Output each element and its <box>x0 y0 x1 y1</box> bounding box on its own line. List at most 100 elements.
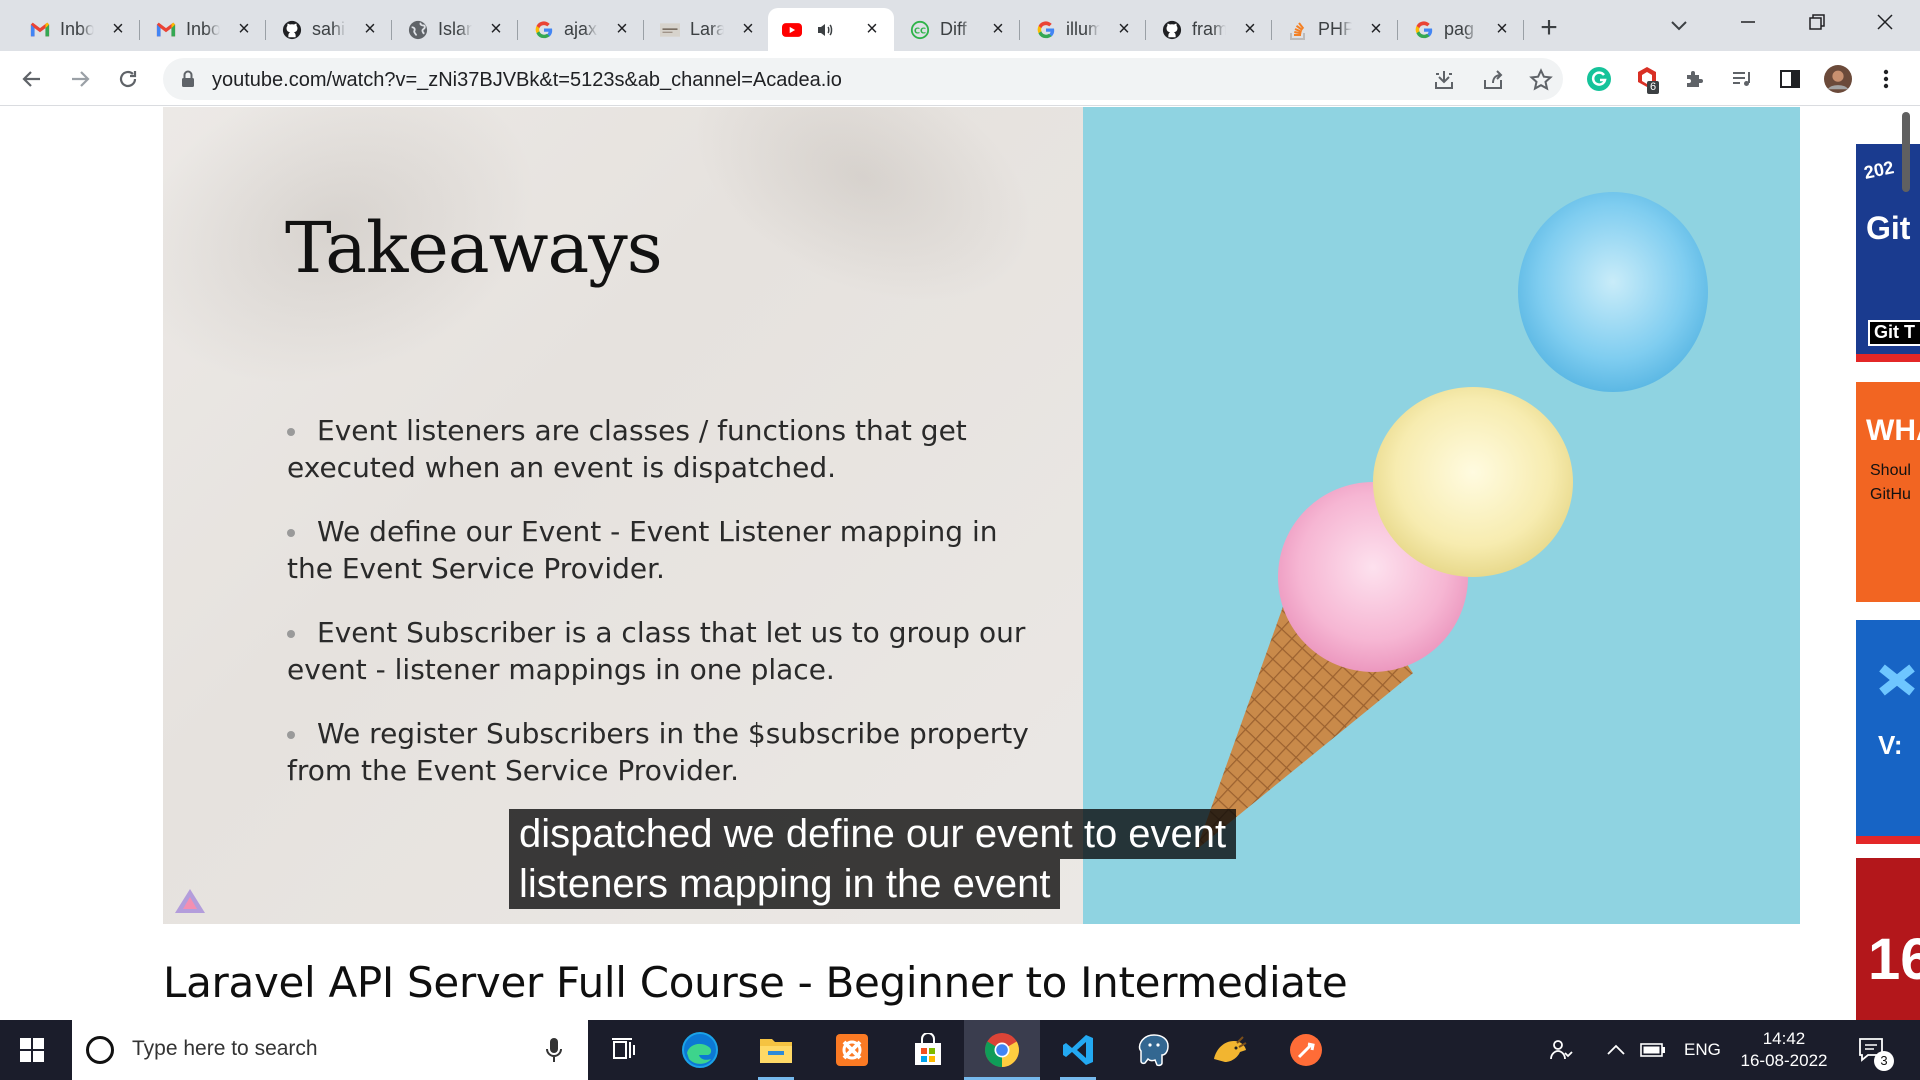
people-icon[interactable] <box>1548 1020 1574 1080</box>
tab-divider <box>1397 20 1398 40</box>
battery-icon[interactable] <box>1640 1020 1666 1080</box>
vscode-icon[interactable] <box>1058 1030 1098 1080</box>
xampp-icon[interactable] <box>832 1030 872 1070</box>
gmail-icon <box>30 20 50 40</box>
tab-islam[interactable]: Islam × <box>394 8 518 51</box>
tab-google-ajax[interactable]: ajax × <box>520 8 644 51</box>
chrome-menu-icon[interactable] <box>1872 65 1900 93</box>
cotton-candy-cone-image <box>1196 192 1708 850</box>
address-bar[interactable]: youtube.com/watch?v=_zNi37BJVBk&t=5123s&… <box>163 58 1563 100</box>
tab-divider <box>643 20 644 40</box>
tab-gmail-inbox-2[interactable]: Inbox × <box>142 8 266 51</box>
tab-gmail-inbox-1[interactable]: Inbox × <box>16 8 140 51</box>
dbeaver-icon[interactable] <box>1210 1030 1250 1070</box>
extension-badge-icon[interactable]: 6 <box>1633 65 1661 94</box>
tab-divider <box>1019 20 1020 40</box>
close-tab-icon[interactable]: × <box>1366 19 1386 39</box>
close-tab-icon[interactable]: × <box>234 19 254 39</box>
chrome-icon[interactable] <box>964 1030 1040 1080</box>
task-view-icon[interactable] <box>604 1030 644 1070</box>
reload-icon[interactable] <box>112 63 144 95</box>
minimize-icon[interactable] <box>1733 10 1763 40</box>
close-tab-icon[interactable]: × <box>862 19 882 39</box>
back-arrow-icon[interactable] <box>16 63 48 95</box>
tab-github-fram[interactable]: fram × <box>1148 8 1272 51</box>
lock-icon[interactable] <box>181 70 195 93</box>
tab-divider <box>1145 20 1146 40</box>
recommended-thumbnail[interactable]: WHA Shoul GitHu <box>1856 382 1920 602</box>
speaker-icon[interactable] <box>816 22 834 38</box>
tab-google-pag[interactable]: pag × <box>1400 8 1524 51</box>
tab-title: Islam <box>438 19 472 39</box>
share-icon[interactable] <box>1480 67 1506 93</box>
tab-github-sahil[interactable]: sahil × <box>268 8 392 51</box>
taskbar-clock[interactable]: 14:42 16-08-2022 <box>1736 1028 1832 1072</box>
microphone-icon[interactable] <box>546 1036 562 1069</box>
tab-diffchecker[interactable]: CC Diff × <box>896 8 1020 51</box>
close-tab-icon[interactable]: × <box>1240 19 1260 39</box>
edge-icon[interactable] <box>680 1030 720 1070</box>
tab-google-illum[interactable]: illum × <box>1022 8 1146 51</box>
google-icon <box>1414 20 1434 40</box>
notification-center-icon[interactable]: 3 <box>1858 1020 1894 1080</box>
bookmark-star-icon[interactable] <box>1528 67 1554 93</box>
close-window-icon[interactable] <box>1870 10 1900 40</box>
page-scrollbar-thumb[interactable] <box>1902 112 1910 192</box>
taskbar-search-placeholder: Type here to search <box>132 1037 318 1060</box>
install-app-icon[interactable] <box>1431 67 1457 93</box>
show-hidden-icons-chevron-icon[interactable] <box>1606 1020 1626 1080</box>
google-icon <box>1036 20 1056 40</box>
postman-icon[interactable] <box>1286 1030 1326 1070</box>
tab-title: pag <box>1444 19 1475 39</box>
grammarly-icon[interactable] <box>1585 65 1613 93</box>
close-tab-icon[interactable]: × <box>738 19 758 39</box>
youtube-watch-page: Takeaways Event listeners are classes / … <box>0 106 1920 1020</box>
svg-text:CC: CC <box>914 25 926 35</box>
recommended-thumbnail[interactable]: V: <box>1856 620 1920 844</box>
diffchecker-icon: CC <box>910 20 930 40</box>
tab-stackoverflow-php[interactable]: PHP × <box>1274 8 1398 51</box>
profile-avatar[interactable] <box>1824 65 1852 93</box>
side-panel-icon[interactable] <box>1776 65 1804 93</box>
input-language-indicator[interactable]: ENG <box>1684 1020 1721 1080</box>
recommended-thumbnail[interactable]: 16 <box>1856 858 1920 1020</box>
postgres-icon[interactable] <box>1134 1030 1174 1070</box>
windows-taskbar: Type here to search ENG 14:42 16-08-2022… <box>0 1020 1920 1080</box>
close-tab-icon[interactable]: × <box>1492 19 1512 39</box>
close-tab-icon[interactable]: × <box>108 19 128 39</box>
tab-title: fram <box>1192 19 1226 39</box>
close-tab-icon[interactable]: × <box>486 19 506 39</box>
video-player[interactable]: Takeaways Event listeners are classes / … <box>163 107 1800 924</box>
globe-icon <box>408 20 428 40</box>
close-tab-icon[interactable]: × <box>612 19 632 39</box>
tab-divider <box>265 20 266 40</box>
video-title: Laravel API Server Full Course - Beginne… <box>163 958 1348 1007</box>
taskbar-search-box[interactable]: Type here to search <box>72 1020 588 1080</box>
github-icon <box>1162 20 1182 40</box>
video-captions: dispatched we define our event to event … <box>509 809 1237 909</box>
close-tab-icon[interactable]: × <box>1114 19 1134 39</box>
tab-search-chevron-icon[interactable] <box>1664 10 1694 40</box>
forward-arrow-icon[interactable] <box>64 63 96 95</box>
url-text[interactable]: youtube.com/watch?v=_zNi37BJVBk&t=5123s&… <box>212 69 842 92</box>
tab-title: PHP <box>1318 19 1352 39</box>
new-tab-button[interactable]: + <box>1534 13 1564 44</box>
media-control-icon[interactable] <box>1728 65 1756 93</box>
tab-strip: Inbox × Inbox × sahil × Islam × <box>0 0 1920 51</box>
bullet-dot <box>287 630 295 638</box>
close-tab-icon[interactable]: × <box>360 19 380 39</box>
cortana-icon <box>86 1036 114 1064</box>
file-explorer-icon[interactable] <box>756 1030 796 1080</box>
tab-title: Diff <box>940 19 967 39</box>
slide-title: Takeaways <box>285 207 663 289</box>
close-tab-icon[interactable]: × <box>988 19 1008 39</box>
github-icon <box>282 20 302 40</box>
tab-youtube-active[interactable]: × <box>768 8 894 51</box>
windows-start-icon[interactable] <box>20 1038 44 1062</box>
store-icon[interactable] <box>908 1030 948 1070</box>
tab-laravel[interactable]: Lara × <box>646 8 770 51</box>
notification-count-badge: 3 <box>1874 1051 1894 1071</box>
extensions-puzzle-icon[interactable] <box>1681 65 1709 93</box>
restore-icon[interactable] <box>1802 10 1832 40</box>
recommended-thumbnail[interactable]: 202 Git Git T <box>1856 114 1920 368</box>
